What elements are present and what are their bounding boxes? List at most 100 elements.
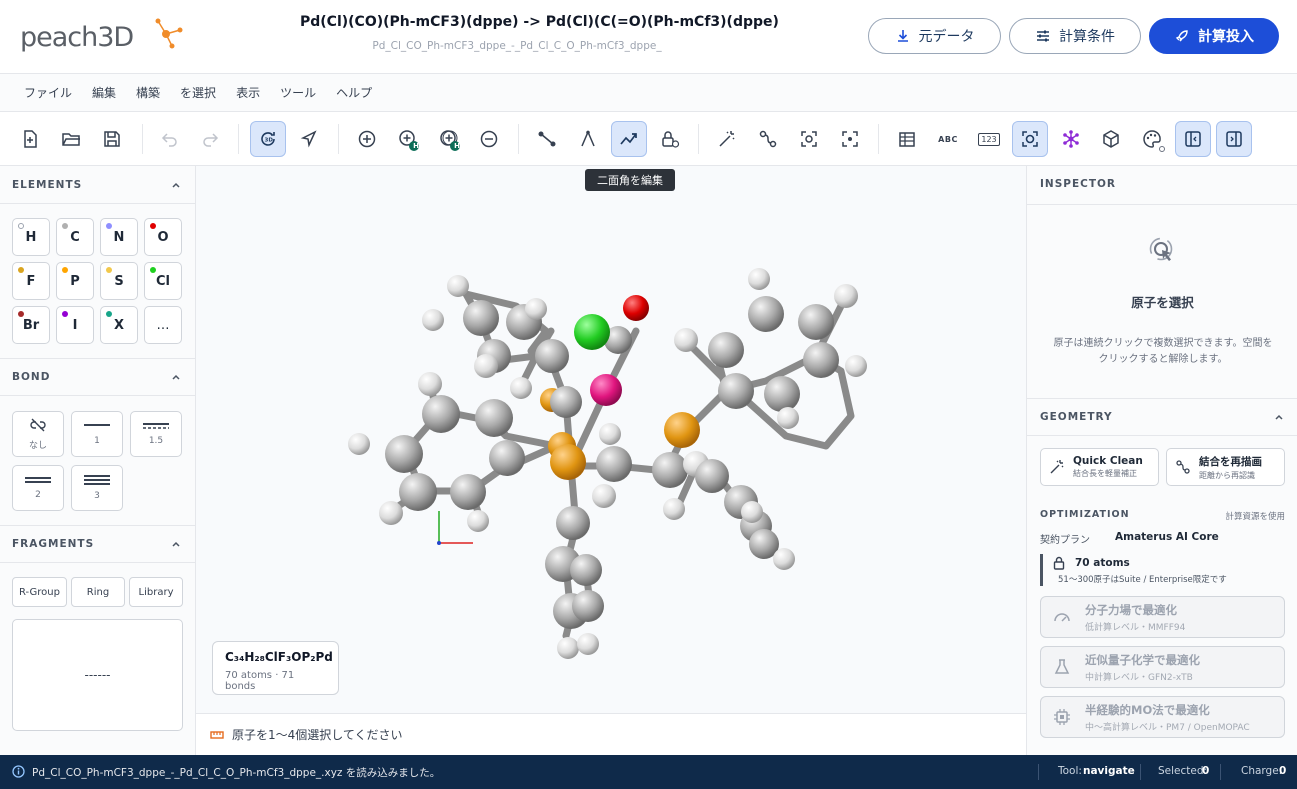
new-file-button[interactable]: [12, 121, 48, 157]
rotate-3d-button[interactable]: 3D: [250, 121, 286, 157]
atom-limit-notice: 70 atoms 51〜300原子はSuite / Enterprise限定です: [1040, 554, 1285, 586]
element-button[interactable]: P: [56, 262, 94, 300]
element-color-dot: [18, 311, 24, 317]
right-panel: INSPECTOR 原子を選択 原子は連続クリックで複数選択できます。空間をクリ…: [1026, 166, 1297, 755]
molecule-network-icon: [1063, 130, 1079, 148]
toggle-left-panel-button[interactable]: [1175, 121, 1211, 157]
bond-none-button[interactable]: なし: [12, 411, 64, 457]
bond-section-header[interactable]: BOND: [0, 358, 195, 396]
bond-triple-button[interactable]: 3: [71, 465, 123, 511]
sidebar-left-icon: [1185, 131, 1201, 147]
calc-settings-button[interactable]: 計算条件: [1009, 18, 1141, 54]
measure-distance-button[interactable]: [529, 121, 565, 157]
bond-aromatic-label: 1.5: [148, 436, 164, 446]
redraw-bonds-panel-button[interactable]: 結合を再描画 距離から再認識: [1166, 448, 1285, 486]
molecule-3d-view[interactable]: [196, 166, 1026, 713]
redo-button[interactable]: [192, 121, 228, 157]
element-button[interactable]: O: [144, 218, 182, 256]
element-button[interactable]: I: [56, 306, 94, 344]
elements-section-header[interactable]: ELEMENTS: [0, 166, 195, 204]
undo-icon: [161, 133, 177, 147]
fragment-ring-tab[interactable]: Ring: [71, 577, 125, 607]
cell-box-button[interactable]: [1093, 121, 1129, 157]
folder-open-icon: [62, 133, 80, 146]
menu-help[interactable]: ヘルプ: [326, 84, 382, 101]
bond-aromatic-button[interactable]: 1.5: [130, 411, 182, 457]
element-symbol: S: [114, 273, 124, 289]
auto-clean-button[interactable]: [709, 121, 745, 157]
element-button[interactable]: H: [12, 218, 50, 256]
fragment-rgroup-tab[interactable]: R-Group: [12, 577, 67, 607]
formula-card: C₃₄H₂₈ClF₃OP₂Pd 70 atoms · 71 bonds: [212, 641, 339, 695]
add-atom-button[interactable]: [349, 121, 385, 157]
element-button[interactable]: N: [100, 218, 138, 256]
element-symbol: O: [157, 229, 169, 245]
optimize-mopac-button[interactable]: 半経験的MO法で最適化 中〜高計算レベル・PM7 / OpenMOPAC: [1040, 696, 1285, 738]
element-button[interactable]: C: [56, 218, 94, 256]
submit-calc-button[interactable]: 計算投入: [1149, 18, 1279, 54]
add-hydrogen-button[interactable]: H: [390, 121, 426, 157]
ball-stick-view-button[interactable]: [1012, 121, 1048, 157]
remove-atom-button[interactable]: [471, 121, 507, 157]
fit-view-button[interactable]: [832, 121, 868, 157]
lock-geometry-button[interactable]: [652, 121, 688, 157]
fragments-section-header[interactable]: FRAGMENTS: [0, 525, 195, 563]
charge-value: 0: [1279, 765, 1287, 777]
element-button[interactable]: Cl: [144, 262, 182, 300]
select-pointer-button[interactable]: [291, 121, 327, 157]
geometry-section-header[interactable]: GEOMETRY: [1027, 398, 1297, 436]
fragment-library-tab[interactable]: Library: [129, 577, 183, 607]
dihedral-edit-button[interactable]: [611, 121, 647, 157]
menu-file[interactable]: ファイル: [14, 84, 82, 101]
redraw-bonds-sub: 距離から再認識: [1199, 470, 1255, 480]
network-view-button[interactable]: [1053, 121, 1089, 157]
color-scheme-button[interactable]: [1134, 121, 1170, 157]
bond-single-button[interactable]: 1: [71, 411, 123, 457]
redraw-bonds-button[interactable]: [750, 121, 786, 157]
sliders-icon: [1037, 30, 1049, 42]
toolbar: 3D H H ABC 123: [0, 112, 1297, 166]
elements-section-title: ELEMENTS: [12, 178, 83, 191]
optimize-xtb-label: 近似量子化学で最適化: [1085, 652, 1200, 667]
atoms-layer: [348, 268, 867, 659]
element-color-dot: [18, 267, 24, 273]
element-symbol: …: [156, 317, 170, 333]
toggle-right-panel-button[interactable]: [1216, 121, 1252, 157]
atom-numbers-button[interactable]: 123: [971, 121, 1007, 157]
save-button[interactable]: [94, 121, 130, 157]
fragment-preview[interactable]: ------: [12, 619, 183, 731]
source-data-button[interactable]: 元データ: [868, 18, 1001, 54]
open-file-button[interactable]: [53, 121, 89, 157]
menu-tools[interactable]: ツール: [270, 84, 326, 101]
menu-edit[interactable]: 編集: [82, 84, 126, 101]
optimize-forcefield-button[interactable]: 分子力場で最適化 低計算レベル・MMFF94: [1040, 596, 1285, 638]
chevron-up-icon: [172, 374, 180, 380]
measurement-bar: 原子を1〜4個選択してください: [196, 713, 1026, 755]
element-button[interactable]: Br: [12, 306, 50, 344]
menu-bar: ファイル 編集 構築 を選択 表示 ツール ヘルプ: [0, 74, 1297, 112]
optimize-xtb-button[interactable]: 近似量子化学で最適化 中計算レベル・GFN2-xTB: [1040, 646, 1285, 688]
element-color-dot: [150, 223, 156, 229]
abc-label-icon: ABC: [938, 134, 958, 144]
element-button[interactable]: …: [144, 306, 182, 344]
menu-view[interactable]: 表示: [226, 84, 270, 101]
status-bar: Pd_Cl_CO_Ph-mCF3_dppe_-_Pd_Cl_C_O_Ph-mCf…: [0, 755, 1297, 789]
quick-clean-button[interactable]: Quick Clean 結合長を軽量補正: [1040, 448, 1159, 486]
element-button[interactable]: S: [100, 262, 138, 300]
aromatic-bond-icon: [143, 423, 169, 429]
element-button[interactable]: X: [100, 306, 138, 344]
atom-list-button[interactable]: [889, 121, 925, 157]
axis-gizmo: [437, 511, 473, 545]
molecule-canvas[interactable]: [196, 166, 1026, 713]
menu-select[interactable]: を選択: [170, 84, 226, 101]
element-button[interactable]: F: [12, 262, 50, 300]
atom-labels-button[interactable]: ABC: [930, 121, 966, 157]
menu-build[interactable]: 構築: [126, 84, 170, 101]
element-symbol: C: [70, 229, 80, 245]
undo-button[interactable]: [152, 121, 188, 157]
measure-angle-button[interactable]: [570, 121, 606, 157]
add-all-hydrogens-button[interactable]: H: [431, 121, 467, 157]
palette-icon: [1143, 130, 1165, 152]
bond-double-button[interactable]: 2: [12, 465, 64, 511]
center-view-button[interactable]: [791, 121, 827, 157]
